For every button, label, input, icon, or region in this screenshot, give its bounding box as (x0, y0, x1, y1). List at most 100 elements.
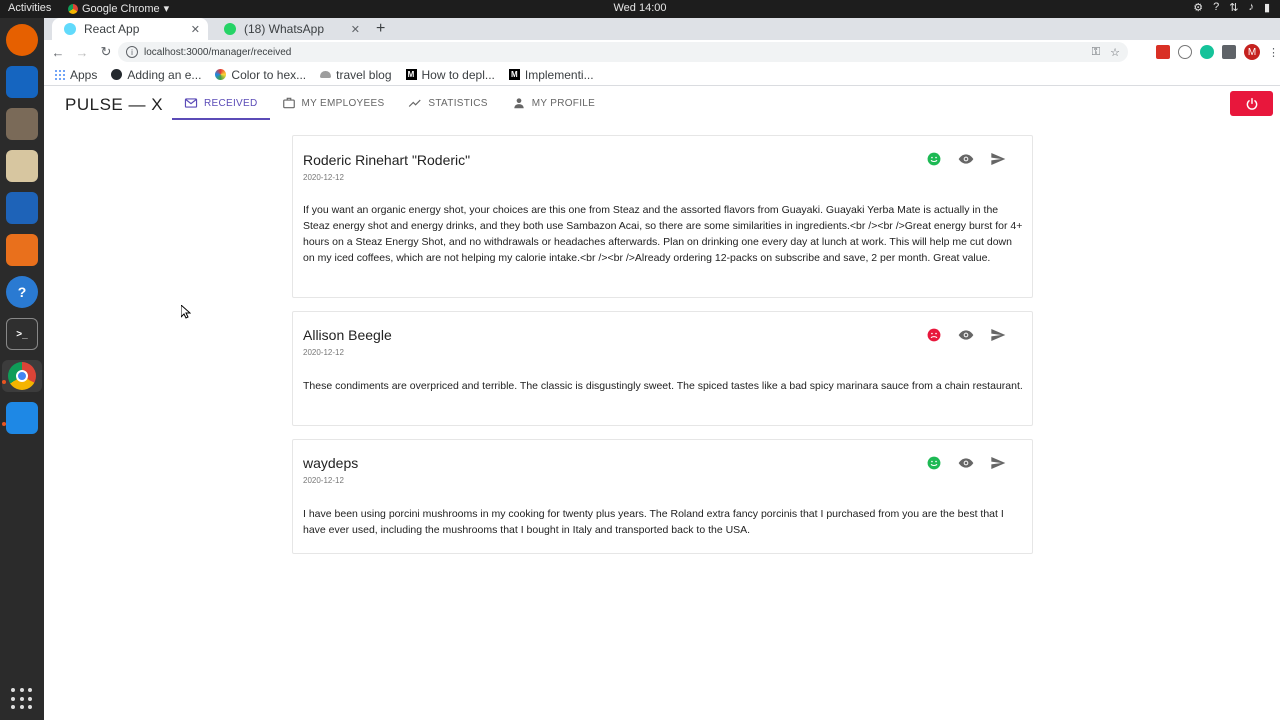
sentiment-positive-icon (926, 455, 942, 471)
main-nav: RECEIVED MY EMPLOYEES STATISTICS MY PROF… (172, 86, 607, 120)
browser-tab-react-app[interactable]: React App ✕ (52, 18, 208, 40)
rhythmbox-icon[interactable] (6, 150, 38, 182)
cloud-icon (320, 71, 332, 78)
logout-button[interactable] (1230, 91, 1273, 116)
apps-grid-icon (54, 69, 65, 80)
bookmark-apps[interactable]: Apps (54, 68, 97, 82)
running-indicator (2, 422, 6, 426)
medium-icon: M (508, 69, 520, 80)
trending-up-icon (409, 99, 422, 107)
send-icon[interactable] (990, 151, 1006, 167)
whatsapp-icon (224, 23, 236, 35)
power-icon (1246, 97, 1257, 110)
person-icon (514, 98, 524, 109)
writer-icon[interactable] (6, 192, 38, 224)
new-tab-button[interactable]: + (376, 20, 385, 38)
activities-button[interactable]: Activities (8, 2, 51, 14)
help-icon[interactable]: ? (1213, 1, 1219, 14)
bookmark-label: Color to hex... (231, 67, 307, 82)
running-indicator (2, 380, 6, 384)
reload-icon[interactable]: ↻ (96, 44, 116, 60)
send-icon[interactable] (990, 455, 1006, 471)
bookmark-item[interactable]: travel blog (320, 68, 392, 82)
bookmark-item[interactable]: Color to hex... (215, 68, 306, 82)
tab-received[interactable]: RECEIVED (172, 86, 270, 120)
dock: ? >_ (0, 18, 44, 720)
eye-icon[interactable] (958, 327, 974, 343)
battery-icon[interactable]: ▮ (1264, 1, 1270, 14)
app-menu[interactable]: Google Chrome ▾ (68, 2, 169, 15)
tab-strip: React App ✕ (18) WhatsApp ✕ + (44, 18, 1280, 40)
browser-window: React App ✕ (18) WhatsApp ✕ + ← → ↻ i lo… (44, 18, 1280, 720)
help-app-icon[interactable]: ? (6, 276, 38, 308)
tab-label: RECEIVED (204, 97, 258, 109)
volume-icon[interactable]: ♪ (1248, 1, 1254, 14)
system-tray[interactable]: ⚙ ? ⇅ ♪ ▮ (1193, 1, 1270, 14)
tab-my-profile[interactable]: MY PROFILE (500, 86, 607, 120)
feedback-date: 2020-12-12 (303, 476, 344, 485)
vscode-icon[interactable] (6, 402, 38, 434)
bookmark-item[interactable]: M How to depl... (405, 67, 495, 82)
sentiment-positive-icon (926, 151, 942, 167)
feedback-actions (926, 455, 1006, 471)
firefox-icon[interactable] (6, 24, 38, 56)
send-icon[interactable] (990, 327, 1006, 343)
github-icon (111, 69, 123, 80)
mail-icon (184, 98, 198, 108)
feedback-text: If you want an organic energy shot, your… (303, 204, 1023, 264)
bookmark-label: Implementi... (524, 67, 594, 82)
puzzle-icon[interactable] (1222, 45, 1236, 59)
terminal-icon[interactable]: >_ (6, 318, 38, 350)
react-icon (64, 23, 76, 35)
tab-label: MY PROFILE (531, 97, 596, 109)
bookmark-item[interactable]: Adding an e... (111, 68, 201, 82)
bookmark-label: How to depl... (421, 67, 495, 82)
extensions-area: M ⋮ (1156, 44, 1279, 60)
eye-icon[interactable] (958, 151, 974, 167)
feedback-text: These condiments are overpriced and terr… (303, 380, 1023, 392)
thunderbird-icon[interactable] (6, 66, 38, 98)
feedback-author: Allison Beegle (303, 327, 392, 343)
accessibility-icon[interactable]: ⚙ (1193, 1, 1203, 14)
bookmarks-bar: Apps Adding an e... Color to hex... trav… (44, 64, 1280, 86)
mouse-cursor-icon (181, 305, 191, 319)
browser-toolbar: ← → ↻ i localhost:3000/manager/received … (44, 40, 1280, 64)
feedback-date: 2020-12-12 (303, 173, 344, 182)
chrome-dock-icon[interactable] (2, 360, 42, 392)
system-clock: Wed 14:00 (613, 2, 667, 14)
palette-icon (215, 69, 227, 80)
feedback-card: Roderic Rinehart "Roderic" 2020-12-12 If… (292, 135, 1033, 298)
tab-title: (18) WhatsApp (244, 22, 325, 36)
feedback-card: waydeps 2020-12-12 I have been using por… (292, 439, 1033, 554)
extension-red-icon[interactable] (1156, 45, 1170, 59)
url-text: localhost:3000/manager/received (144, 46, 292, 58)
extension-circle-icon[interactable] (1178, 45, 1192, 59)
tab-label: STATISTICS (428, 97, 488, 109)
sentiment-negative-icon (926, 327, 942, 343)
bookmark-star-icon[interactable]: ☆ (1110, 46, 1120, 59)
software-center-icon[interactable] (6, 234, 38, 266)
files-icon[interactable] (6, 108, 38, 140)
browser-tab-whatsapp[interactable]: (18) WhatsApp ✕ (212, 18, 368, 40)
network-icon[interactable]: ⇅ (1229, 1, 1238, 14)
back-icon[interactable]: ← (48, 45, 68, 60)
kebab-menu-icon[interactable]: ⋮ (1268, 46, 1279, 59)
close-icon[interactable]: ✕ (351, 23, 360, 36)
bookmark-label: Adding an e... (127, 67, 202, 82)
app-brand: PULSE — X (65, 95, 164, 114)
close-icon[interactable]: ✕ (191, 23, 200, 36)
tab-statistics[interactable]: STATISTICS (396, 86, 499, 120)
profile-avatar[interactable]: M (1244, 44, 1260, 60)
eye-icon[interactable] (958, 455, 974, 471)
info-icon[interactable]: i (126, 46, 138, 58)
forward-icon[interactable]: → (72, 45, 92, 60)
show-applications-icon[interactable] (11, 688, 33, 710)
tab-label: MY EMPLOYEES (301, 97, 385, 109)
chevron-down-icon: ▾ (163, 3, 170, 15)
grammarly-icon[interactable] (1200, 45, 1214, 59)
tab-my-employees[interactable]: MY EMPLOYEES (270, 86, 397, 120)
address-bar[interactable]: i localhost:3000/manager/received ⚿ ☆ (118, 42, 1128, 62)
medium-icon: M (405, 69, 417, 80)
key-icon[interactable]: ⚿ (1092, 46, 1100, 59)
bookmark-item[interactable]: M Implementi... (508, 67, 594, 82)
